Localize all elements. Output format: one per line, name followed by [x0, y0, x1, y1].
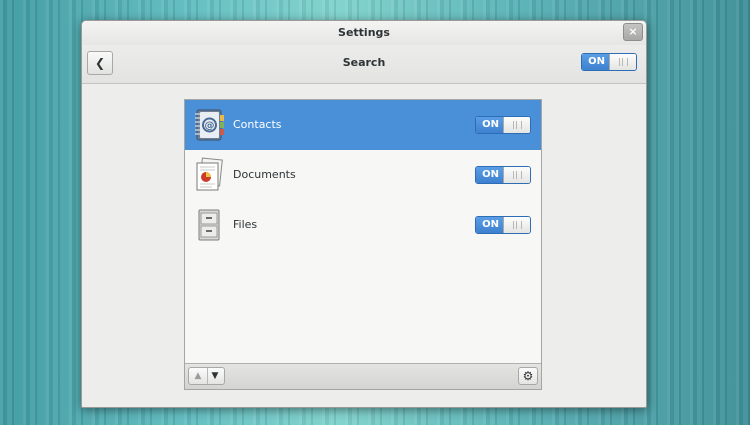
search-master-switch[interactable]: ON [581, 53, 637, 71]
window-title: Settings [338, 26, 390, 39]
switch-on-label: ON [476, 117, 505, 133]
documents-switch[interactable]: ON [475, 166, 531, 184]
switch-on-label: ON [582, 54, 611, 70]
close-button[interactable]: × [623, 23, 643, 41]
svg-text:@: @ [205, 121, 215, 132]
contacts-switch[interactable]: ON [475, 116, 531, 134]
gear-icon: ⚙ [522, 369, 534, 383]
list-item-contacts[interactable]: @ Contacts ON [185, 100, 541, 150]
titlebar: Settings × [82, 21, 646, 45]
settings-window: Settings × ❮ Search ON @ Contacts ON Doc… [81, 20, 647, 408]
switch-on-label: ON [476, 217, 505, 233]
list-toolbar: ▲ ▼ ⚙ [185, 363, 541, 389]
content-area: @ Contacts ON Documents ON Files ON ▲ ▼ … [82, 84, 646, 407]
chevron-up-icon: ▲ [194, 371, 202, 381]
list-item-label: Documents [233, 168, 296, 181]
documents-icon [196, 157, 223, 191]
file-cabinet-icon [198, 209, 220, 241]
settings-gear-button[interactable]: ⚙ [518, 367, 538, 385]
list-item-documents[interactable]: Documents ON [185, 150, 541, 200]
files-switch[interactable]: ON [475, 216, 531, 234]
switch-knob[interactable] [503, 117, 530, 133]
switch-knob[interactable] [503, 217, 530, 233]
reorder-button-group: ▲ ▼ [188, 367, 225, 385]
search-providers-list: @ Contacts ON Documents ON Files ON [185, 100, 541, 365]
chevron-down-icon: ▼ [211, 371, 219, 381]
page-title: Search [342, 56, 386, 69]
search-providers-panel: @ Contacts ON Documents ON Files ON ▲ ▼ … [184, 99, 542, 390]
switch-knob[interactable] [503, 167, 530, 183]
list-item-label: Contacts [233, 118, 282, 131]
contacts-address-book-icon: @ [195, 109, 224, 141]
switch-knob[interactable] [609, 54, 636, 70]
move-down-button[interactable]: ▼ [206, 368, 224, 384]
header-bar: ❮ Search ON [82, 45, 646, 84]
list-item-files[interactable]: Files ON [185, 200, 541, 250]
close-icon: × [628, 25, 638, 38]
list-item-label: Files [233, 218, 258, 231]
switch-on-label: ON [476, 167, 505, 183]
